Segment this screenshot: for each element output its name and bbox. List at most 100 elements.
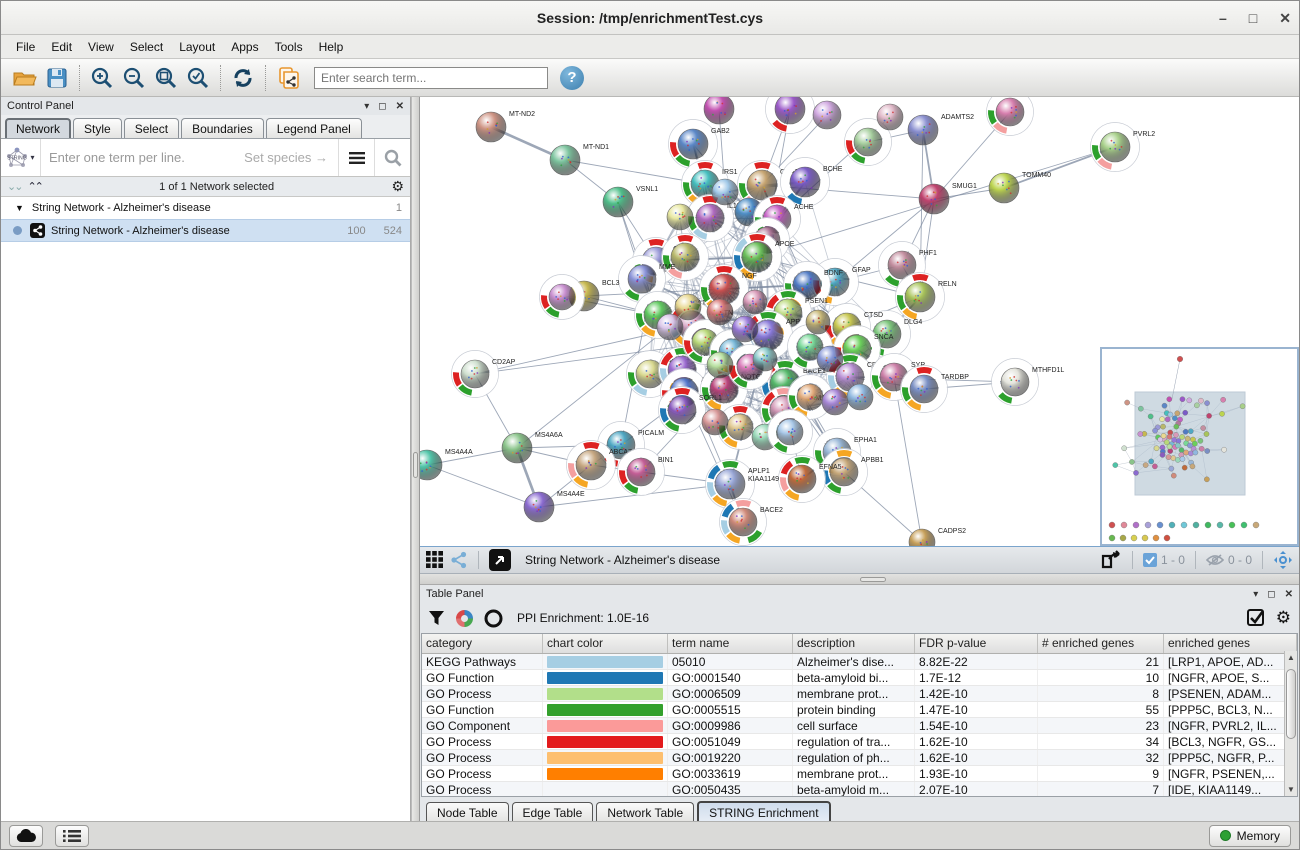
memory-button[interactable]: Memory [1209, 825, 1291, 847]
network-node-ms4a4a[interactable]: MS4A4A [420, 449, 473, 480]
select-rows-checkbox-icon[interactable] [1247, 609, 1266, 628]
selected-checkbox-icon[interactable] [1143, 553, 1157, 567]
tab-network-table[interactable]: Network Table [596, 802, 694, 823]
birds-eye-toggle-icon[interactable] [1273, 550, 1293, 570]
col-header[interactable]: category [422, 634, 543, 653]
string-query-input[interactable]: Enter one term per line. Set species → [41, 150, 338, 165]
tab-boundaries[interactable]: Boundaries [181, 118, 264, 138]
table-row[interactable]: GO ComponentGO:0009986cell surface1.54E-… [422, 718, 1297, 734]
vertical-splitter[interactable] [411, 97, 420, 823]
network-node[interactable] [743, 290, 767, 314]
network-node[interactable] [766, 97, 815, 134]
grid-view-icon[interactable] [426, 551, 444, 569]
zoom-in-button[interactable] [86, 63, 118, 93]
table-float-panel-icon[interactable]: ◻ [1267, 589, 1275, 600]
network-node-mt-nd1[interactable]: MT-ND1 [550, 144, 609, 175]
table-row[interactable]: GO ProcessGO:0006509membrane prot...1.42… [422, 686, 1297, 702]
menu-tools[interactable]: Tools [268, 37, 310, 57]
donut-chart-icon[interactable] [455, 609, 474, 628]
scrollbar-thumb[interactable] [1286, 669, 1296, 739]
menu-edit[interactable]: Edit [44, 37, 79, 57]
menu-apps[interactable]: Apps [224, 37, 265, 57]
clone-network-button[interactable] [272, 63, 304, 93]
network-node-bace2[interactable]: BACE2 [720, 499, 784, 546]
tab-legend-panel[interactable]: Legend Panel [266, 118, 362, 138]
menu-view[interactable]: View [81, 37, 121, 57]
network-node-cd2ap[interactable]: CD2AP [452, 351, 516, 398]
birds-eye-minimap[interactable] [1102, 349, 1297, 544]
close-button[interactable]: ✕ [1279, 10, 1291, 27]
network-node[interactable] [707, 352, 733, 378]
table-row[interactable]: GO ProcessGO:0019220regulation of ph...1… [422, 750, 1297, 766]
network-node[interactable] [667, 204, 693, 230]
horizontal-splitter[interactable] [420, 574, 1299, 585]
network-node-smug1[interactable]: SMUG1 [919, 183, 977, 214]
export-network-icon[interactable] [1100, 550, 1122, 570]
table-settings-gear-icon[interactable]: ⚙ [1276, 608, 1291, 628]
string-options-button[interactable] [338, 139, 374, 176]
table-close-panel-icon[interactable]: ✕ [1285, 589, 1293, 600]
network-canvas[interactable]: MT-ND2MT-ND1VSNL1GAB2ADAMTS2PVRL2TOMM40S… [420, 97, 1299, 547]
network-node[interactable] [822, 389, 848, 415]
close-panel-icon[interactable]: ✕ [396, 101, 404, 112]
table-row[interactable]: GO ProcessGO:0050435beta-amyloid m...2.0… [422, 782, 1297, 797]
expand-all-icon[interactable]: ⌃⌃ [27, 180, 41, 193]
ring-chart-icon[interactable] [484, 609, 503, 628]
maximize-button[interactable]: □ [1249, 10, 1257, 26]
network-node[interactable] [753, 347, 777, 371]
table-row[interactable]: GO FunctionGO:0001540beta-amyloid bi...1… [422, 670, 1297, 686]
scroll-up-icon[interactable]: ▲ [1285, 651, 1297, 664]
network-node[interactable] [732, 316, 758, 342]
zoom-selected-button[interactable] [182, 63, 214, 93]
col-header[interactable]: term name [668, 634, 793, 653]
menu-select[interactable]: Select [123, 37, 170, 57]
network-node-mthfd1l[interactable]: MTHFD1L [992, 359, 1065, 406]
collapse-all-icon[interactable]: ⌄⌄ [7, 180, 21, 193]
tab-edge-table[interactable]: Edge Table [512, 802, 594, 823]
eye-slash-icon[interactable] [1206, 553, 1224, 567]
network-node-tardbp[interactable]: TARDBP [901, 366, 970, 413]
tab-style[interactable]: Style [73, 118, 122, 138]
network-node-bin1[interactable]: BIN1 [618, 449, 674, 496]
panel-menu-icon[interactable]: ▾ [364, 101, 369, 112]
set-species-hint[interactable]: Set species → [244, 150, 328, 165]
open-session-button[interactable] [9, 63, 41, 93]
network-node-adamts2[interactable]: ADAMTS2 [908, 114, 974, 145]
tab-node-table[interactable]: Node Table [426, 802, 509, 823]
network-node[interactable] [806, 310, 830, 334]
string-search-button[interactable] [374, 139, 410, 176]
network-node-tomm40[interactable]: TOMM40 [989, 172, 1051, 203]
title-bar[interactable]: Session: /tmp/enrichmentTest.cys – □ ✕ [1, 1, 1299, 35]
scroll-down-icon[interactable]: ▼ [1285, 783, 1297, 796]
col-header[interactable]: chart color [543, 634, 668, 653]
network-node-pvrl2[interactable]: PVRL2 [1091, 123, 1156, 172]
network-options-gear-icon[interactable]: ⚙ [391, 178, 404, 195]
network-node-ms4a4e[interactable]: MS4A4E [524, 491, 585, 522]
cloud-tasks-button[interactable] [9, 825, 43, 847]
tab-string-enrichment[interactable]: STRING Enrichment [697, 801, 830, 823]
search-input[interactable] [314, 67, 548, 89]
refresh-button[interactable] [227, 63, 259, 93]
network-node[interactable] [847, 384, 873, 410]
network-node[interactable] [702, 409, 728, 435]
network-node[interactable] [707, 299, 733, 325]
menu-file[interactable]: File [9, 37, 42, 57]
col-header[interactable]: # enriched genes [1038, 634, 1164, 653]
splitter-grip[interactable] [413, 452, 418, 478]
network-node[interactable] [877, 104, 903, 130]
network-node-reln[interactable]: RELN [896, 273, 957, 322]
col-header[interactable]: description [793, 634, 915, 653]
col-header[interactable]: enriched genes [1164, 634, 1297, 653]
table-panel-menu-icon[interactable]: ▾ [1253, 589, 1258, 600]
network-node[interactable] [662, 234, 709, 281]
tree-expander-icon[interactable]: ▼ [15, 203, 24, 213]
table-scrollbar[interactable]: ▲ ▼ [1284, 651, 1297, 796]
zoom-out-button[interactable] [118, 63, 150, 93]
network-node-vsnl1[interactable]: VSNL1 [603, 186, 658, 217]
filter-icon[interactable] [428, 610, 445, 627]
network-node[interactable] [657, 314, 683, 340]
tab-select[interactable]: Select [124, 118, 179, 138]
save-session-button[interactable] [41, 63, 73, 93]
col-header[interactable]: FDR p-value [915, 634, 1038, 653]
network-row-selected[interactable]: String Network - Alzheimer's disease 100… [1, 219, 410, 242]
